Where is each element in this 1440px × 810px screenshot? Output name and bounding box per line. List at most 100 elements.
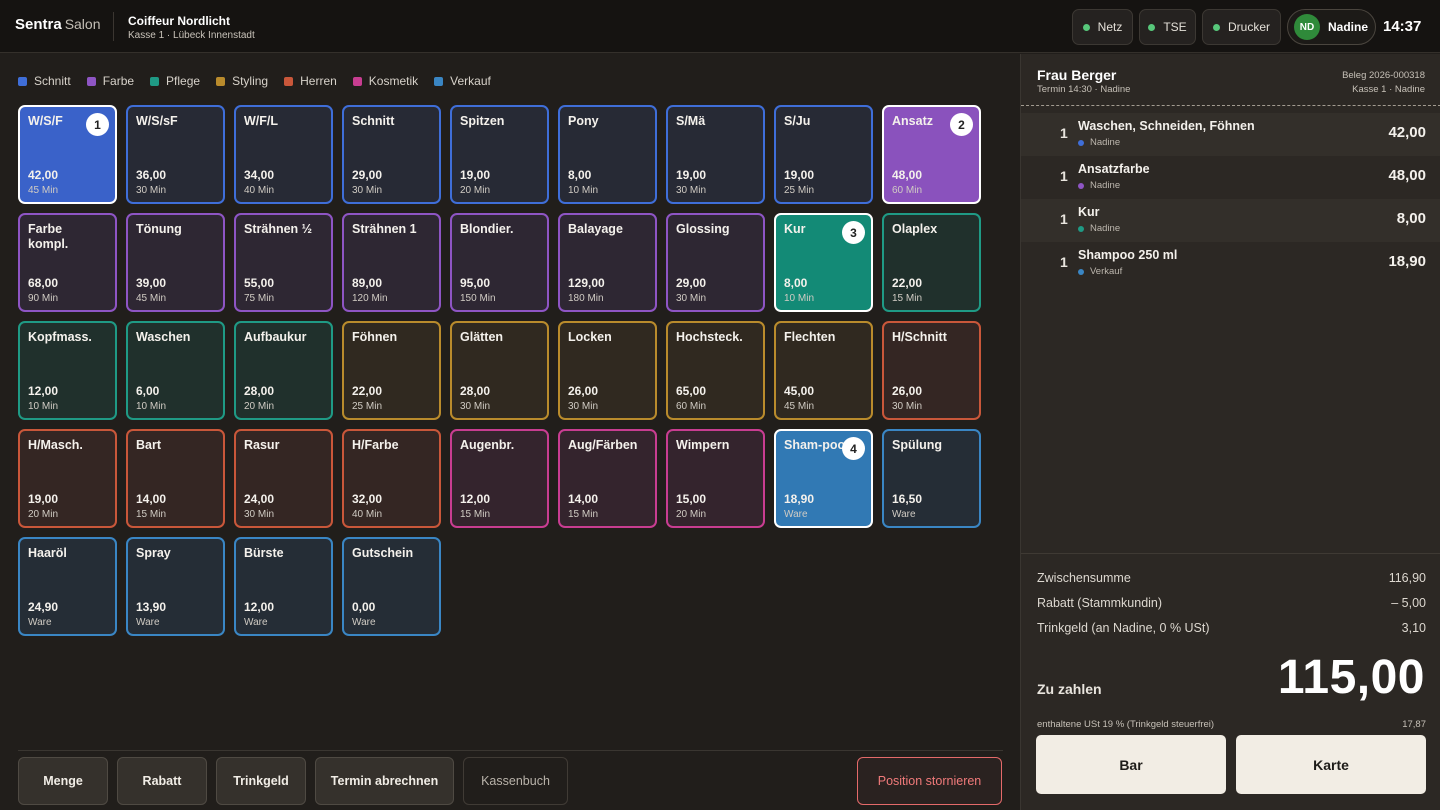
void-position-button[interactable]: Position stornieren xyxy=(857,757,1002,805)
tile-name: Glossing xyxy=(676,222,730,236)
service-tile[interactable]: Schnitt 29,00 30 Min xyxy=(342,105,441,204)
line-title: Shampoo 250 ml xyxy=(1078,248,1178,262)
service-tile[interactable]: Kopfmass. 12,00 10 Min xyxy=(18,321,117,420)
service-tile[interactable]: S/Mä 19,00 30 Min xyxy=(666,105,765,204)
user-menu[interactable]: ND Nadine xyxy=(1287,9,1376,45)
service-tile[interactable]: Olaplex 22,00 15 Min xyxy=(882,213,981,312)
service-tile[interactable]: Glossing 29,00 30 Min xyxy=(666,213,765,312)
service-tile[interactable]: Wimpern 15,00 20 Min xyxy=(666,429,765,528)
shop-info: Coiffeur Nordlicht Kasse 1 · Lübeck Inne… xyxy=(128,14,255,41)
legend-label: Herren xyxy=(300,74,337,88)
service-tile[interactable]: W/F/L 34,00 40 Min xyxy=(234,105,333,204)
tile-duration: Ware xyxy=(784,509,808,520)
pay-card-button[interactable]: Karte xyxy=(1236,735,1426,794)
tile-duration: 20 Min xyxy=(244,401,275,412)
status-network[interactable]: Netz xyxy=(1072,9,1133,45)
service-tile[interactable]: Locken 26,00 30 Min xyxy=(558,321,657,420)
service-tile[interactable]: Rasur 24,00 30 Min xyxy=(234,429,333,528)
service-tile[interactable]: Hochsteck. 65,00 60 Min xyxy=(666,321,765,420)
subtotal-row: Zwischensumme 116,90 xyxy=(1037,571,1426,585)
tile-price: 34,00 xyxy=(244,168,275,182)
cashbook-button[interactable]: Kassenbuch xyxy=(463,757,568,805)
tile-name: Haaröl xyxy=(28,546,67,560)
service-tile[interactable]: Sham-poo 18,90 Ware 4 xyxy=(774,429,873,528)
service-tile[interactable]: H/Masch. 19,00 20 Min xyxy=(18,429,117,528)
tile-name: Glätten xyxy=(460,330,504,344)
service-tile[interactable]: Spitzen 19,00 20 Min xyxy=(450,105,549,204)
legend-label: Kosmetik xyxy=(368,74,419,88)
service-tile[interactable]: H/Schnitt 26,00 30 Min xyxy=(882,321,981,420)
tile-name: Strähnen 1 xyxy=(352,222,417,236)
tile-duration: 15 Min xyxy=(136,509,167,520)
service-tile[interactable]: Aug/Färben 14,00 15 Min xyxy=(558,429,657,528)
service-tile[interactable]: Balayage 129,00 180 Min xyxy=(558,213,657,312)
pay-cash-button[interactable]: Bar xyxy=(1036,735,1226,794)
service-tile[interactable]: H/Farbe 32,00 40 Min xyxy=(342,429,441,528)
legend-label: Schnitt xyxy=(34,74,71,88)
service-tile[interactable]: S/Ju 19,00 25 Min xyxy=(774,105,873,204)
tile-price: 19,00 xyxy=(784,168,815,182)
tile-name: Spray xyxy=(136,546,171,560)
tile-duration: 180 Min xyxy=(568,293,604,304)
discount-row: Rabatt (Stammkundin) – 5,00 xyxy=(1037,596,1426,610)
service-tile[interactable]: W/S/sF 36,00 30 Min xyxy=(126,105,225,204)
service-tile[interactable]: Aufbaukur 28,00 20 Min xyxy=(234,321,333,420)
tile-name: Farbe kompl. xyxy=(28,222,69,251)
service-tile[interactable]: Föhnen 22,00 25 Min xyxy=(342,321,441,420)
tile-duration: 40 Min xyxy=(244,185,275,196)
status-ok-icon xyxy=(1148,23,1156,31)
receipt-line[interactable]: 1 Waschen, Schneiden, Föhnen Nadine 42,00 xyxy=(1021,113,1440,156)
bill-appointment-button[interactable]: Termin abrechnen xyxy=(315,757,454,805)
tip-button[interactable]: Trinkgeld xyxy=(216,757,306,805)
service-tile[interactable]: Strähnen 1 89,00 120 Min xyxy=(342,213,441,312)
service-tile[interactable]: Augenbr. 12,00 15 Min xyxy=(450,429,549,528)
legend-swatch xyxy=(86,76,96,86)
receipt-line[interactable]: 1 Shampoo 250 ml Verkauf 18,90 xyxy=(1021,242,1440,285)
vat-row: enthaltene USt 19 % (Trinkgeld steuerfre… xyxy=(1037,719,1426,730)
service-tile[interactable]: Bart 14,00 15 Min xyxy=(126,429,225,528)
tile-price: 12,00 xyxy=(460,492,491,506)
tile-name: Gutschein xyxy=(352,546,414,560)
discount-button[interactable]: Rabatt xyxy=(117,757,207,805)
tile-price: 65,00 xyxy=(676,384,707,398)
receipt-line[interactable]: 1 Kur Nadine 8,00 xyxy=(1021,199,1440,242)
tile-name: Tönung xyxy=(136,222,182,236)
service-tile[interactable]: Strähnen ½ 55,00 75 Min xyxy=(234,213,333,312)
tile-price: 19,00 xyxy=(676,168,707,182)
service-tile[interactable]: Spülung 16,50 Ware xyxy=(882,429,981,528)
service-tile[interactable]: Haaröl 24,90 Ware xyxy=(18,537,117,636)
tile-name: Spülung xyxy=(892,438,942,452)
service-tile[interactable]: Bürste 12,00 Ware xyxy=(234,537,333,636)
service-tile[interactable]: Tönung 39,00 45 Min xyxy=(126,213,225,312)
quantity-button[interactable]: Menge xyxy=(18,757,108,805)
status-printer[interactable]: Drucker xyxy=(1202,9,1281,45)
selection-badge: 3 xyxy=(842,221,865,244)
service-tile[interactable]: W/S/F 42,00 45 Min 1 xyxy=(18,105,117,204)
tile-duration: 20 Min xyxy=(28,509,59,520)
service-tile[interactable]: Kur 8,00 10 Min 3 xyxy=(774,213,873,312)
line-qty: 1 xyxy=(1060,125,1068,141)
service-tile[interactable]: Gutschein 0,00 Ware xyxy=(342,537,441,636)
service-tile[interactable]: Flechten 45,00 45 Min xyxy=(774,321,873,420)
tile-duration: 45 Min xyxy=(784,401,815,412)
tile-duration: 40 Min xyxy=(352,509,383,520)
tile-name: H/Farbe xyxy=(352,438,399,452)
service-tile[interactable]: Waschen 6,00 10 Min xyxy=(126,321,225,420)
status-label: Drucker xyxy=(1227,20,1270,34)
status-tse[interactable]: TSE xyxy=(1139,9,1196,45)
tile-name: Augenbr. xyxy=(460,438,515,452)
service-tile[interactable]: Spray 13,90 Ware xyxy=(126,537,225,636)
receipt-line[interactable]: 1 Ansatzfarbe Nadine 48,00 xyxy=(1021,156,1440,199)
service-tile[interactable]: Glätten 28,00 30 Min xyxy=(450,321,549,420)
tile-name: Hochsteck. xyxy=(676,330,743,344)
receipt-meta: Beleg 2026-000318 Kasse 1 · Nadine xyxy=(1342,69,1425,97)
service-tile[interactable]: Ansatz 48,00 60 Min 2 xyxy=(882,105,981,204)
service-tile[interactable]: Pony 8,00 10 Min xyxy=(558,105,657,204)
tile-duration: 10 Min xyxy=(28,401,59,412)
tile-name: Locken xyxy=(568,330,612,344)
tile-duration: 15 Min xyxy=(460,509,491,520)
service-tile[interactable]: Blondier. 95,00 150 Min xyxy=(450,213,549,312)
tile-duration: 30 Min xyxy=(568,401,599,412)
service-tile[interactable]: Farbe kompl. 68,00 90 Min xyxy=(18,213,117,312)
legend-swatch xyxy=(18,76,27,86)
